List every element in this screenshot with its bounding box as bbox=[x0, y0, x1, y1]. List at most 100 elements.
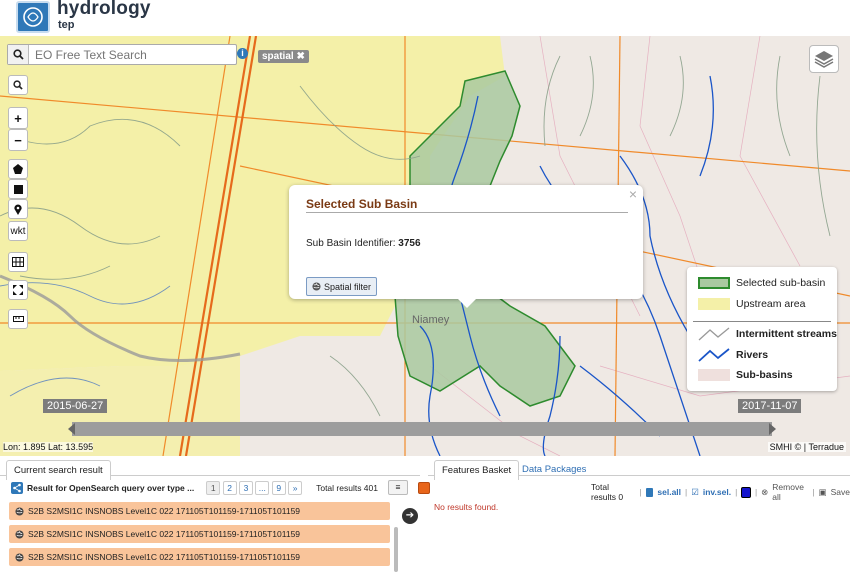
draw-point-button[interactable] bbox=[8, 199, 28, 219]
page-3[interactable]: 3 bbox=[238, 480, 253, 495]
share-icon[interactable] bbox=[11, 481, 23, 494]
sub-basin-swatch bbox=[698, 369, 730, 381]
list-icon: ≡ bbox=[395, 482, 401, 492]
wkt-button[interactable]: wkt bbox=[8, 221, 28, 241]
results-total: Total results 401 bbox=[316, 482, 378, 493]
legend-label: Intermittent streams bbox=[736, 328, 837, 340]
result-item[interactable]: S2B S2MSI1C INSNOBS Level1C 022 171105T1… bbox=[9, 548, 390, 566]
basket-total: Total results 0 bbox=[591, 482, 624, 502]
selected-basin-swatch bbox=[698, 277, 730, 289]
search-icon bbox=[12, 49, 24, 60]
page-next[interactable]: » bbox=[288, 480, 303, 495]
list-view-button[interactable]: ≡ bbox=[388, 480, 408, 495]
checkbox-icon bbox=[645, 487, 654, 497]
search-button[interactable] bbox=[8, 45, 29, 64]
basket-color-button[interactable] bbox=[741, 486, 751, 498]
search-bar bbox=[7, 44, 237, 65]
result-item[interactable]: S2B S2MSI1C INSNOBS Level1C 022 171105T1… bbox=[9, 525, 390, 543]
color-picker-button[interactable] bbox=[418, 481, 430, 494]
zoom-in-button[interactable]: + bbox=[8, 107, 28, 129]
spatial-filter-tag[interactable]: spatial ✖ bbox=[258, 50, 309, 63]
legend-label: Rivers bbox=[736, 349, 769, 361]
square-icon bbox=[13, 184, 23, 194]
intermittent-stream-icon bbox=[698, 327, 730, 341]
search-tool-button[interactable] bbox=[8, 75, 28, 95]
basket-toolbar: Total results 0 | sel.all | ☑ inv.sel. |… bbox=[591, 482, 850, 502]
legend-item: Intermittent streams bbox=[698, 327, 837, 341]
logo-icon[interactable] bbox=[16, 1, 50, 33]
globe-icon bbox=[15, 529, 24, 539]
river-icon bbox=[698, 348, 730, 362]
close-icon[interactable]: × bbox=[629, 186, 637, 202]
result-item[interactable]: S2B S2MSI1C INSNOBS Level1C 022 171105T1… bbox=[9, 502, 390, 520]
app-header: hydrology tep bbox=[0, 0, 850, 36]
invert-selection-link[interactable]: inv.sel. bbox=[703, 487, 731, 497]
result-item-label: S2B S2MSI1C INSNOBS Level1C 022 171105T1… bbox=[28, 529, 301, 539]
tab-data-packages[interactable]: Data Packages bbox=[522, 464, 586, 475]
cursor-coordinates: Lon: 1.895 Lat: 13.595 bbox=[3, 442, 94, 452]
arrow-right-icon: ➔ bbox=[405, 510, 415, 521]
tab-current-search-result[interactable]: Current search result bbox=[6, 460, 111, 480]
upstream-swatch bbox=[698, 298, 730, 310]
check-icon: ☑ bbox=[691, 486, 699, 497]
map-grid-button[interactable] bbox=[8, 252, 28, 272]
page-9[interactable]: 9 bbox=[271, 480, 286, 495]
draw-box-button[interactable] bbox=[8, 179, 28, 199]
save-icon: ▣ bbox=[818, 486, 827, 497]
map-view[interactable]: Niamey i spatial ✖ + − wkt Selected Sub … bbox=[0, 36, 850, 456]
result-item-label: S2B S2MSI1C INSNOBS Level1C 022 171105T1… bbox=[28, 552, 301, 562]
page-2[interactable]: 2 bbox=[222, 480, 237, 495]
globe-icon bbox=[15, 552, 24, 562]
globe-icon bbox=[312, 282, 321, 291]
popup-pointer bbox=[457, 298, 477, 308]
place-label: Niamey bbox=[412, 314, 450, 326]
spatial-filter-button[interactable]: Spatial filter bbox=[306, 277, 378, 296]
timeline-end-date[interactable]: 2017-11-07 bbox=[738, 399, 802, 413]
map-marker-icon bbox=[14, 204, 22, 215]
save-link[interactable]: Save bbox=[831, 487, 850, 497]
tab-features-basket[interactable]: Features Basket bbox=[434, 460, 520, 480]
page-ellipsis: ... bbox=[255, 480, 270, 495]
page-1[interactable]: 1 bbox=[206, 480, 221, 495]
remove-icon: ⊗ bbox=[761, 486, 769, 497]
spatial-filter-label: Spatial filter bbox=[324, 281, 372, 292]
pagination: 1 2 3 ... 9 » bbox=[206, 480, 303, 495]
legend-label: Sub-basins bbox=[736, 369, 793, 381]
results-header: Result for OpenSearch query over type ..… bbox=[11, 480, 430, 495]
legend-item: Rivers bbox=[698, 348, 768, 362]
remove-all-link[interactable]: Remove all bbox=[772, 482, 808, 502]
search-input[interactable] bbox=[29, 47, 229, 62]
popup-divider bbox=[306, 212, 628, 213]
results-scrollbar[interactable] bbox=[394, 527, 398, 572]
timeline-start-date[interactable]: 2015-06-27 bbox=[43, 399, 108, 413]
timeline-end-handle[interactable] bbox=[769, 423, 776, 435]
sub-basin-popup: Selected Sub Basin × Sub Basin Identifie… bbox=[289, 185, 643, 308]
timeline-slider[interactable] bbox=[68, 422, 776, 436]
popup-title: Selected Sub Basin bbox=[306, 197, 418, 211]
app-title: hydrology bbox=[57, 0, 151, 19]
legend-divider bbox=[693, 321, 831, 322]
polygon-icon bbox=[13, 164, 23, 174]
layers-button[interactable] bbox=[809, 45, 839, 73]
zoom-out-button[interactable]: − bbox=[8, 129, 28, 151]
measure-button[interactable] bbox=[8, 309, 28, 329]
results-title: Result for OpenSearch query over type ..… bbox=[27, 482, 195, 493]
basket-empty-message: No results found. bbox=[434, 502, 499, 512]
identifier-label: Sub Basin Identifier: bbox=[306, 238, 396, 249]
fullscreen-button[interactable] bbox=[8, 280, 28, 300]
draw-polygon-button[interactable] bbox=[8, 159, 28, 179]
sub-basin-identifier: Sub Basin Identifier: 3756 bbox=[306, 238, 421, 249]
add-to-basket-button[interactable]: ➔ bbox=[402, 508, 418, 524]
legend-item: Selected sub-basin bbox=[698, 277, 825, 289]
select-all-link[interactable]: sel.all bbox=[657, 487, 681, 497]
legend-label: Upstream area bbox=[736, 298, 806, 310]
search-icon bbox=[13, 80, 23, 90]
globe-icon bbox=[15, 506, 24, 516]
identifier-value: 3756 bbox=[398, 238, 421, 249]
info-icon[interactable]: i bbox=[237, 48, 248, 59]
timeline-start-handle[interactable] bbox=[68, 423, 75, 435]
result-item-label: S2B S2MSI1C INSNOBS Level1C 022 171105T1… bbox=[28, 506, 301, 516]
globe-grid-icon bbox=[12, 257, 24, 267]
map-attribution[interactable]: SMHI © | Terradue bbox=[767, 442, 846, 452]
app-subtitle: tep bbox=[58, 19, 75, 31]
